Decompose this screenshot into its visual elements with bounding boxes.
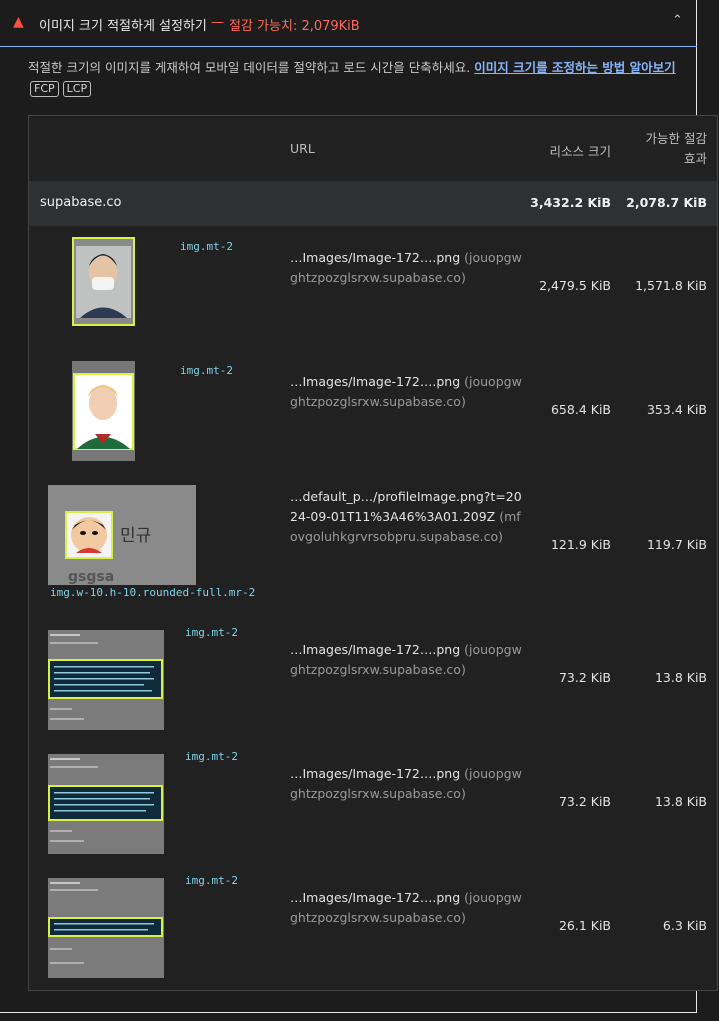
image-thumbnail[interactable] [48, 754, 164, 854]
details-table: URL 리소스 크기 가능한 절감 효과 supabase.co 3,432.2… [28, 115, 718, 991]
url-cell[interactable]: …Images/Image-172….png (jouopgwghtzpozgl… [290, 248, 522, 288]
avatar [65, 511, 113, 559]
node-snippet[interactable]: img.mt-2 [185, 626, 238, 639]
tag-lcp[interactable]: LCP [62, 81, 92, 97]
audit-title: 이미지 크기 적절하게 설정하기 [39, 19, 207, 34]
resource-size: 26.1 KiB [558, 918, 611, 933]
url-cell[interactable]: …default_p…/profileImage.png?t=2024-09-0… [290, 487, 522, 547]
potential-savings: 119.7 KiB [646, 537, 707, 552]
resource-size: 121.9 KiB [550, 537, 611, 552]
potential-savings: 1,571.8 KiB [635, 278, 707, 293]
image-thumbnail[interactable]: 민규 gsgsa [48, 485, 196, 585]
group-name: supabase.co [40, 195, 122, 210]
url-path: …default_p…/profileImage.png?t=2024-09-0… [290, 489, 522, 524]
table-row: img.mt-2 …Images/Image-172….png (jouopgw… [29, 226, 717, 350]
node-snippet[interactable]: img.mt-2 [180, 240, 233, 253]
learn-more-link[interactable]: 이미지 크기를 조정하는 방법 알아보기 [474, 60, 675, 75]
table-row: img.mt-2 …Images/Image-172….png (jouopgw… [29, 866, 717, 990]
table-row: img.mt-2 …Images/Image-172….png (jouopgw… [29, 742, 717, 866]
profile-name: 민규 [120, 526, 152, 546]
url-path: …Images/Image-172….png [290, 642, 461, 657]
audit-separator: — [211, 15, 224, 30]
resource-size: 2,479.5 KiB [539, 278, 611, 293]
node-snippet[interactable]: img.mt-2 [180, 364, 233, 377]
group-resource-size: 3,432.2 KiB [530, 195, 611, 210]
description-text: 적절한 크기의 이미지를 게재하여 모바일 데이터를 절약하고 로드 시간을 단… [28, 60, 471, 75]
header-url: URL [290, 141, 315, 156]
url-path: …Images/Image-172….png [290, 890, 461, 905]
profile-handle: gsgsa [68, 569, 115, 585]
audit-savings: 절감 가능치: 2,079KiB [229, 19, 360, 34]
potential-savings: 13.8 KiB [654, 794, 707, 809]
node-snippet[interactable]: img.mt-2 [185, 750, 238, 763]
image-thumbnail[interactable] [72, 361, 135, 461]
resource-size: 73.2 KiB [558, 794, 611, 809]
header-potential-savings: 가능한 절감 효과 [645, 131, 707, 166]
url-cell[interactable]: …Images/Image-172….png (jouopgwghtzpozgl… [290, 764, 522, 804]
audit-header[interactable]: ▲ 이미지 크기 적절하게 설정하기 — 절감 가능치: 2,079KiB ⌃ [0, 0, 697, 47]
resource-size: 73.2 KiB [558, 670, 611, 685]
header-resource-size: 리소스 크기 [549, 144, 611, 159]
group-potential-savings: 2,078.7 KiB [626, 195, 707, 210]
tag-fcp[interactable]: FCP [30, 81, 59, 97]
url-cell[interactable]: …Images/Image-172….png (jouopgwghtzpozgl… [290, 372, 522, 412]
chevron-up-icon[interactable]: ⌃ [672, 13, 683, 28]
group-row-supabase: supabase.co 3,432.2 KiB 2,078.7 KiB [29, 181, 717, 226]
image-thumbnail[interactable] [48, 630, 164, 730]
table-row: 민규 gsgsa img.w-10.h-10.rounded-full.mr-2… [29, 474, 717, 618]
image-thumbnail[interactable] [48, 878, 164, 978]
potential-savings: 13.8 KiB [654, 670, 707, 685]
metric-tags: FCP LCP [30, 77, 95, 97]
potential-savings: 353.4 KiB [646, 402, 707, 417]
url-cell[interactable]: …Images/Image-172….png (jouopgwghtzpozgl… [290, 640, 522, 680]
resource-size: 658.4 KiB [550, 402, 611, 417]
table-row: img.mt-2 …Images/Image-172….png (jouopgw… [29, 350, 717, 474]
url-path: …Images/Image-172….png [290, 250, 461, 265]
warning-triangle-icon: ▲ [13, 14, 24, 30]
url-path: …Images/Image-172….png [290, 766, 461, 781]
image-thumbnail[interactable] [72, 237, 135, 326]
node-snippet[interactable]: img.w-10.h-10.rounded-full.mr-2 [50, 586, 255, 599]
node-snippet[interactable]: img.mt-2 [185, 874, 238, 887]
potential-savings: 6.3 KiB [662, 918, 707, 933]
audit-description: 적절한 크기의 이미지를 게재하여 모바일 데이터를 절약하고 로드 시간을 단… [28, 57, 676, 76]
table-row: img.mt-2 …Images/Image-172….png (jouopgw… [29, 618, 717, 742]
url-path: …Images/Image-172….png [290, 374, 461, 389]
url-cell[interactable]: …Images/Image-172….png (jouopgwghtzpozgl… [290, 888, 522, 928]
